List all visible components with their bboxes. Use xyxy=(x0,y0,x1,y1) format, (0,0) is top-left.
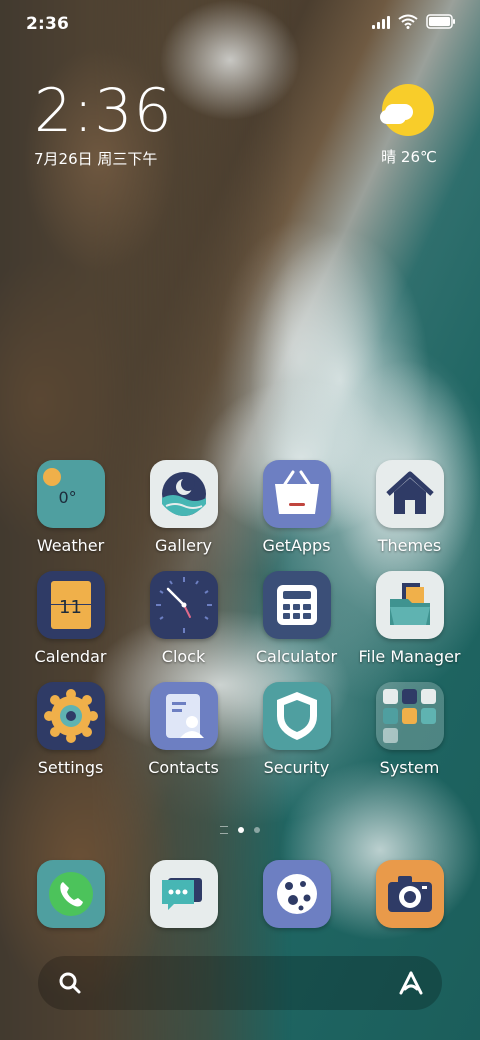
app-label: GetApps xyxy=(262,536,331,555)
page-indicator[interactable] xyxy=(0,826,480,834)
app-label: Calendar xyxy=(34,647,107,666)
phone-icon xyxy=(36,860,105,928)
app-getapps[interactable]: GetApps xyxy=(240,460,353,555)
status-icons xyxy=(372,14,456,29)
weather-app-icon: 0° xyxy=(36,460,105,528)
app-calendar[interactable]: 11 Calendar xyxy=(14,571,127,666)
calculator-icon xyxy=(262,571,331,639)
app-label: Weather xyxy=(36,536,105,555)
page-dot-current[interactable] xyxy=(238,827,244,833)
status-time: 2:36 xyxy=(26,14,70,34)
clock-widget[interactable]: 2:36 7月26日 周三下午 xyxy=(34,78,234,169)
app-label: Gallery xyxy=(155,536,212,555)
battery-icon xyxy=(426,14,455,29)
app-label: Settings xyxy=(37,758,104,777)
gallery-app-icon xyxy=(149,460,218,528)
camera-icon xyxy=(375,860,444,928)
app-grid: 0° Weather Gallery GetApps Themes 11 Cal… xyxy=(14,460,466,793)
message-bubble-icon xyxy=(149,860,218,928)
widget-time: 2:36 xyxy=(34,76,173,146)
app-file-manager[interactable]: File Manager xyxy=(353,571,466,666)
app-security[interactable]: Security xyxy=(240,682,353,777)
folder-icon xyxy=(375,571,444,639)
weather-summary: 晴 26℃ xyxy=(381,148,437,166)
clock-app-icon xyxy=(149,571,218,639)
gear-icon xyxy=(36,682,105,750)
shopping-basket-icon xyxy=(262,460,331,528)
app-camera[interactable] xyxy=(353,860,466,928)
app-label: Clock xyxy=(161,647,206,666)
app-label: Security xyxy=(263,758,330,777)
wifi-icon xyxy=(398,14,418,29)
assistant-icon[interactable] xyxy=(398,970,424,996)
app-calculator[interactable]: Calculator xyxy=(240,571,353,666)
app-label: Contacts xyxy=(148,758,219,777)
app-label: File Manager xyxy=(358,647,461,666)
app-clock[interactable]: Clock xyxy=(127,571,240,666)
status-bar: 2:36 xyxy=(0,0,480,50)
page-dot-feed[interactable] xyxy=(220,826,228,834)
contacts-card-icon xyxy=(149,682,218,750)
search-bar[interactable] xyxy=(38,956,442,1010)
app-settings[interactable]: Settings xyxy=(14,682,127,777)
globe-icon xyxy=(262,860,331,928)
house-icon xyxy=(375,460,444,528)
app-label: Themes xyxy=(377,536,442,555)
search-icon[interactable] xyxy=(58,971,82,995)
calendar-app-icon: 11 xyxy=(36,571,105,639)
app-messages[interactable] xyxy=(127,860,240,928)
app-label: System xyxy=(379,758,440,777)
page-dot[interactable] xyxy=(254,827,260,833)
app-system-folder[interactable]: System xyxy=(353,682,466,777)
app-themes[interactable]: Themes xyxy=(353,460,466,555)
app-browser[interactable] xyxy=(240,860,353,928)
sunny-icon xyxy=(380,84,434,136)
signal-icon xyxy=(372,15,390,29)
app-contacts[interactable]: Contacts xyxy=(127,682,240,777)
shield-icon xyxy=(262,682,331,750)
app-weather[interactable]: 0° Weather xyxy=(14,460,127,555)
weather-widget[interactable]: 晴 26℃ xyxy=(374,84,444,167)
app-label: Calculator xyxy=(255,647,338,666)
app-gallery[interactable]: Gallery xyxy=(127,460,240,555)
dock xyxy=(14,860,466,928)
app-phone[interactable] xyxy=(14,860,127,928)
system-folder-icon xyxy=(375,682,444,750)
widget-date: 7月26日 周三下午 xyxy=(34,150,158,168)
